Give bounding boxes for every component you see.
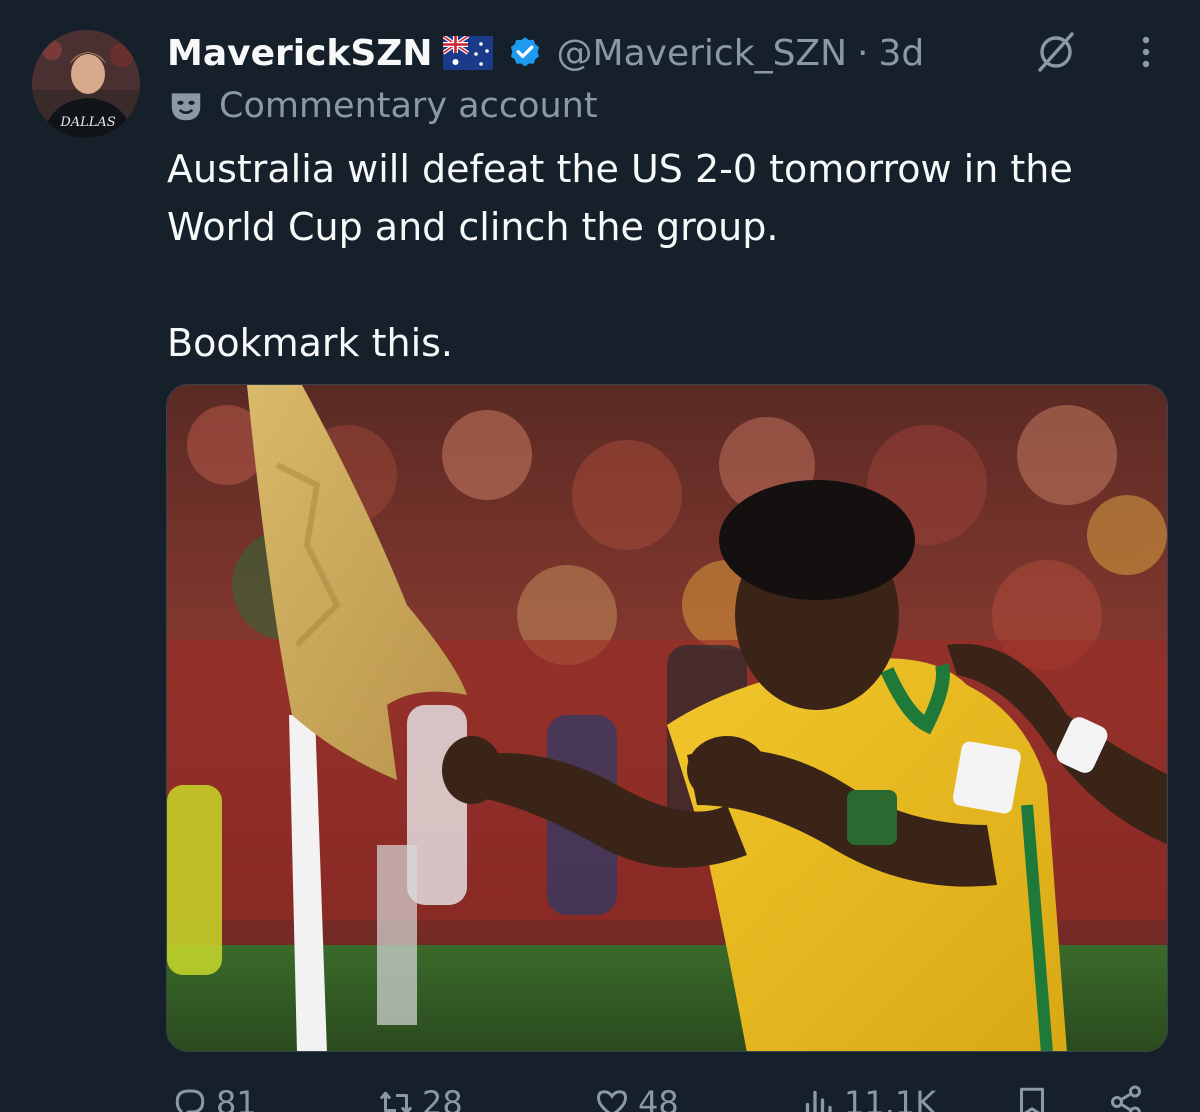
repost-icon bbox=[379, 1091, 413, 1112]
share-icon bbox=[1111, 1085, 1141, 1112]
australia-flag-icon bbox=[441, 34, 493, 70]
avatar-shirt-text: DALLAS bbox=[59, 115, 115, 130]
mask-icon bbox=[171, 93, 201, 121]
tweet-text: Australia will defeat the US 2-0 tomorro… bbox=[167, 140, 1157, 372]
analytics-icon bbox=[805, 1090, 832, 1112]
repost-button[interactable]: 28 bbox=[378, 1084, 463, 1112]
views-button[interactable]: 11.1K bbox=[800, 1084, 936, 1112]
repost-count: 28 bbox=[422, 1084, 463, 1112]
display-name[interactable]: MaverickSZN bbox=[167, 33, 433, 74]
like-count: 48 bbox=[638, 1084, 679, 1112]
tweet-header: MaverickSZN @Maverick_SZN · 3d bbox=[167, 28, 924, 78]
tweet-text-line: World Cup and clinch the group. bbox=[167, 205, 779, 249]
bookmark-icon bbox=[1020, 1087, 1044, 1112]
tweet-photo[interactable] bbox=[166, 384, 1168, 1052]
like-button[interactable]: 48 bbox=[594, 1084, 679, 1112]
tweet-text-line: Australia will defeat the US 2-0 tomorro… bbox=[167, 147, 1073, 191]
heart-icon bbox=[596, 1090, 628, 1112]
avatar[interactable]: DALLAS bbox=[32, 30, 140, 138]
tweet-text-line: Bookmark this. bbox=[167, 321, 454, 365]
verified-badge-icon[interactable] bbox=[507, 35, 543, 71]
bookmark-button[interactable] bbox=[1014, 1084, 1050, 1112]
tweet-actions: 81 28 48 11.1K bbox=[0, 1076, 1200, 1112]
view-count: 11.1K bbox=[844, 1084, 937, 1112]
user-handle[interactable]: @Maverick_SZN bbox=[557, 33, 847, 74]
tweet-card[interactable]: DALLAS MaverickSZN @Maverick_SZN · 3d Co… bbox=[0, 0, 1200, 1112]
grok-icon[interactable] bbox=[1032, 30, 1080, 74]
reply-count: 81 bbox=[216, 1084, 257, 1112]
share-button[interactable] bbox=[1108, 1084, 1144, 1112]
more-options-icon[interactable] bbox=[1130, 32, 1162, 72]
separator-dot: · bbox=[857, 32, 869, 74]
timestamp[interactable]: 3d bbox=[878, 33, 924, 74]
account-label: Commentary account bbox=[167, 84, 598, 128]
reply-button[interactable]: 81 bbox=[172, 1084, 257, 1112]
commentary-label: Commentary account bbox=[219, 86, 598, 126]
reply-icon bbox=[175, 1089, 205, 1112]
